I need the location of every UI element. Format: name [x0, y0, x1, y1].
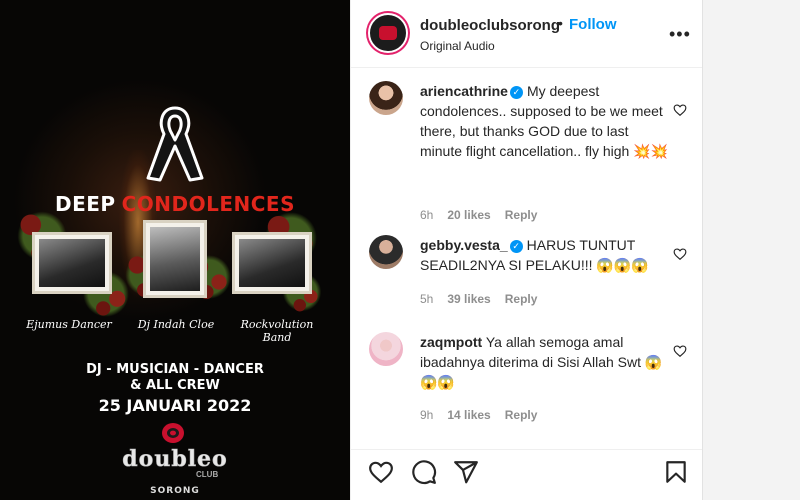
account-username[interactable]: doubleoclubsorong: [420, 17, 560, 34]
comment-meta: 6h 20 likes Reply: [420, 208, 551, 222]
club-logo-sub: CLUB: [196, 470, 219, 479]
comment-text-block: gebby.vesta_ ✓ HARUS TUNTUT SEADIL2NYA SI …: [420, 235, 670, 275]
comment-icon[interactable]: [411, 459, 437, 485]
group-photo: [39, 239, 105, 287]
comment-text-block: ariencathrine ✓ My deepest condolences.. s…: [420, 81, 670, 161]
comment-likes[interactable]: 39 likes: [447, 292, 490, 306]
portrait-photo: [150, 227, 200, 291]
mourning-ribbon-icon: [146, 106, 204, 182]
photo-caption: Rockvolution Band: [240, 318, 314, 344]
comment-time: 9h: [420, 408, 434, 422]
club-logo-icon: [162, 423, 184, 443]
comment-meta: 5h 39 likes Reply: [420, 292, 551, 306]
post-image[interactable]: DEEP CONDOLENCES Ejumus Dancer Dj Indah C…: [0, 0, 350, 500]
verified-badge-icon: ✓: [509, 240, 523, 253]
photo-frame-dj: [143, 220, 207, 298]
commenter-avatar[interactable]: [369, 235, 403, 269]
headline-word-1: DEEP: [54, 192, 116, 216]
account-avatar[interactable]: [368, 13, 408, 53]
comment-text-block: zaqmpott Ya allah semoga amal ibadahnya …: [420, 332, 670, 392]
crew-line-1: DJ - MUSICIAN - DANCER: [86, 362, 264, 377]
photo-frame-dancer: [32, 232, 112, 294]
audio-label[interactable]: Original Audio: [420, 39, 495, 53]
club-logo-city: SORONG: [150, 486, 200, 496]
commenter-username[interactable]: ariencathrine: [420, 83, 508, 99]
commenter-avatar[interactable]: [369, 81, 403, 115]
headline-word-2: CONDOLENCES: [121, 192, 295, 216]
crew-line-2: & ALL CREW: [130, 378, 220, 393]
comment-meta: 9h 14 likes Reply: [420, 408, 551, 422]
page-background: [702, 0, 800, 500]
post-header: doubleoclubsorong • Follow Original Audi…: [351, 0, 703, 68]
bookmark-icon[interactable]: [663, 459, 689, 485]
photo-caption: Ejumus Dancer: [26, 318, 112, 331]
reply-button[interactable]: Reply: [505, 408, 538, 422]
photo-caption: Dj Indah Cloe: [137, 318, 215, 331]
club-logo-text: doubleo: [122, 446, 228, 473]
comment-likes[interactable]: 20 likes: [447, 208, 490, 222]
comment-list[interactable]: ariencathrine ✓ My deepest condolences.. s…: [351, 69, 703, 449]
post-action-bar: [351, 449, 703, 500]
like-comment-heart-icon[interactable]: [673, 344, 687, 358]
verified-badge-icon: ✓: [509, 86, 523, 99]
band-photo: [239, 239, 305, 287]
more-options-icon[interactable]: •••: [669, 24, 691, 45]
comment-likes[interactable]: 14 likes: [447, 408, 490, 422]
like-comment-heart-icon[interactable]: [673, 247, 687, 261]
follow-button[interactable]: Follow: [569, 16, 617, 33]
heart-icon[interactable]: [368, 459, 394, 485]
reply-button[interactable]: Reply: [505, 208, 538, 222]
commenter-avatar[interactable]: [369, 332, 403, 366]
share-icon[interactable]: [453, 459, 479, 485]
post-side-panel: doubleoclubsorong • Follow Original Audi…: [350, 0, 703, 500]
like-comment-heart-icon[interactable]: [673, 103, 687, 117]
commenter-username[interactable]: gebby.vesta_: [420, 237, 508, 253]
commenter-username[interactable]: zaqmpott: [420, 334, 482, 350]
separator-dot: •: [558, 15, 563, 31]
reply-button[interactable]: Reply: [505, 292, 538, 306]
post-date: 25 JANUARI 2022: [98, 396, 252, 415]
comment-time: 5h: [420, 292, 434, 306]
photo-frame-band: [232, 232, 312, 294]
comment-time: 6h: [420, 208, 434, 222]
